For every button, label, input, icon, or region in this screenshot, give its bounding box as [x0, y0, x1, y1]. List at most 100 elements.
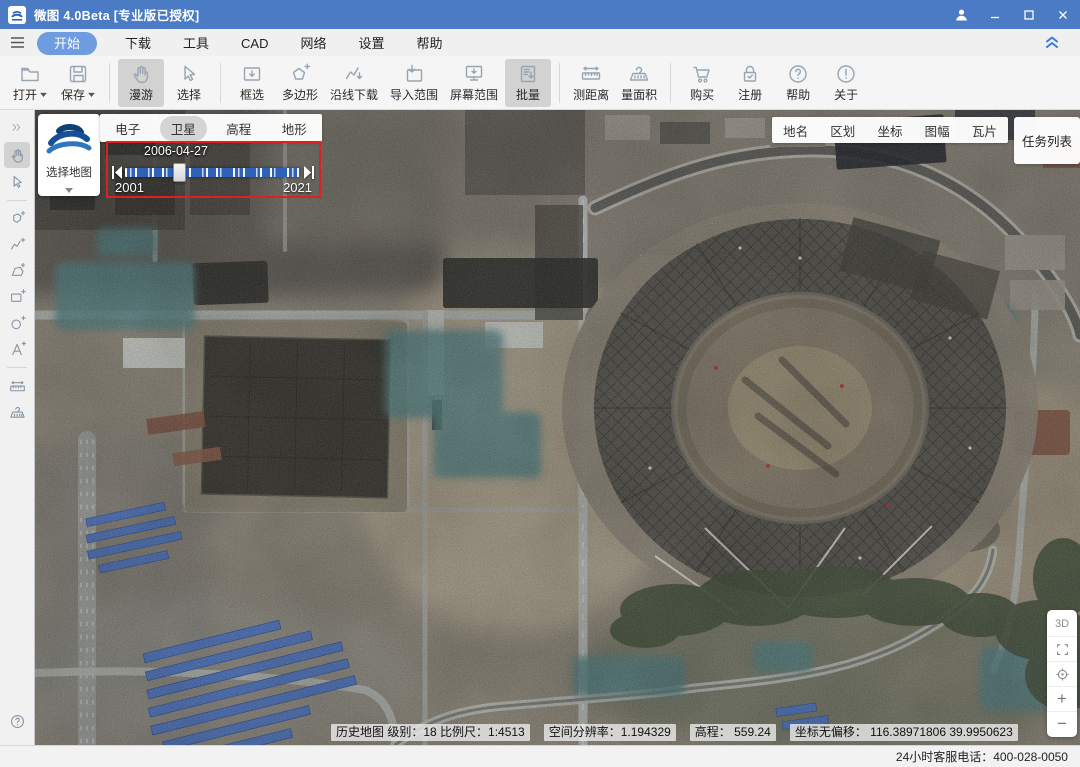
- sidebar-tool-circle-add[interactable]: [4, 311, 30, 335]
- import-extent-icon: [403, 63, 425, 85]
- sidebar-tool-help[interactable]: [4, 709, 30, 733]
- hamburger-menu-icon[interactable]: [10, 36, 25, 49]
- support-phone: 24小时客服电话：400-028-0050: [896, 748, 1068, 765]
- toolbar-button-label: 批量: [516, 86, 540, 103]
- toolbar-button-label: 帮助: [786, 86, 810, 103]
- toolbar-button-buy[interactable]: 购买: [679, 59, 725, 107]
- tab-electronic[interactable]: 电子: [104, 116, 151, 141]
- sidebar-tool-polyline-add[interactable]: [4, 233, 30, 257]
- minimize-button[interactable]: [978, 0, 1012, 29]
- zoom-in-button[interactable]: +: [1047, 686, 1077, 711]
- zoom-out-button[interactable]: −: [1047, 711, 1077, 736]
- menu-item-settings[interactable]: 设置: [351, 33, 393, 54]
- menu-item-cad[interactable]: CAD: [233, 33, 276, 54]
- toolbar-button-measure-area[interactable]: 量面积: [616, 59, 662, 107]
- help2-icon: [787, 63, 809, 85]
- box-select-icon: [241, 63, 263, 85]
- view-3d-button[interactable]: 3D: [1047, 611, 1077, 636]
- titlebar: 微图 4.0Beta [专业版已授权]: [0, 0, 1080, 29]
- toolbar-button-label: 测距离: [573, 86, 609, 103]
- tab-terrain[interactable]: 地形: [271, 116, 318, 141]
- toolbar-button-import-extent[interactable]: 导入范围: [385, 59, 443, 107]
- toolbar-button-along-line[interactable]: 沿线下载: [325, 59, 383, 107]
- map-style-selector[interactable]: 选择地图: [38, 114, 100, 196]
- map-layer-toggles: 地名 区划 坐标 图幅 瓦片: [772, 117, 1008, 143]
- toolbar-button-measure-distance[interactable]: 测距离: [568, 59, 614, 107]
- timeline-prev-button[interactable]: [111, 165, 123, 180]
- toolbar-button-screen-extent[interactable]: 屏幕范围: [445, 59, 503, 107]
- layer-toggle-district[interactable]: 区划: [830, 121, 855, 140]
- toolbar-separator: [109, 63, 110, 103]
- toolbar-button-roam[interactable]: 漫游: [118, 59, 164, 107]
- timeline-date-label: 2006-04-27: [144, 144, 208, 158]
- maximize-button[interactable]: [1012, 0, 1046, 29]
- toolbar-button-label: 打开: [13, 86, 47, 103]
- toolbar-button-save[interactable]: 保存: [55, 59, 101, 107]
- toolbar-button-box-select[interactable]: 框选: [229, 59, 275, 107]
- along-line-icon: [343, 63, 365, 85]
- main-area: 选择地图 电子卫星高程地形 2006-04-27 2001 2021 地名 区划 坐…: [0, 110, 1080, 745]
- timeline-end-year: 2021: [283, 180, 312, 195]
- menu-item-help[interactable]: 帮助: [409, 33, 451, 54]
- app-window: 微图 4.0Beta [专业版已授权] 开始下载工具CAD网络设置帮助 打开保存…: [0, 0, 1080, 767]
- task-list-button[interactable]: 任务列表: [1014, 117, 1080, 164]
- main-menu: 开始下载工具 CAD 网络设置帮助: [37, 33, 467, 53]
- toolbar-button-help2[interactable]: 帮助: [775, 59, 821, 107]
- tab-satellite[interactable]: 卫星: [160, 116, 207, 141]
- toolbar-button-register[interactable]: 注册: [727, 59, 773, 107]
- layer-toggle-coordinate[interactable]: 坐标: [877, 121, 902, 140]
- menu-item-start[interactable]: 开始: [37, 32, 97, 55]
- select-icon: [178, 63, 200, 85]
- measure-distance-icon: [580, 63, 602, 85]
- toolbar-button-label: 框选: [240, 86, 264, 103]
- timeline-start-year: 2001: [115, 180, 144, 195]
- timeline-next-button[interactable]: [303, 165, 315, 180]
- toolbar-button-select[interactable]: 选择: [166, 59, 212, 107]
- timeline-track[interactable]: [125, 168, 300, 177]
- titlebar-controls: [944, 0, 1080, 29]
- map-status-chip-1: 空间分辨率：1.194329: [544, 724, 676, 741]
- locate-button[interactable]: [1047, 661, 1077, 686]
- app-logo-icon: [8, 6, 26, 24]
- screen-extent-icon: [463, 63, 485, 85]
- dropdown-caret-icon: [88, 92, 95, 97]
- map-status-chip-2: 高程： 559.24: [690, 724, 776, 741]
- toolbar-button-open[interactable]: 打开: [7, 59, 53, 107]
- close-button[interactable]: [1046, 0, 1080, 29]
- menu-item-download[interactable]: 下载: [117, 33, 159, 54]
- sidebar-tool-measure-area[interactable]: [4, 400, 30, 424]
- window-title: 微图 4.0Beta [专业版已授权]: [34, 5, 199, 24]
- fullscreen-button[interactable]: [1047, 636, 1077, 661]
- layer-toggle-placename[interactable]: 地名: [783, 121, 808, 140]
- toolbar-button-polygon[interactable]: 多边形: [277, 59, 323, 107]
- sidebar-tool-roam[interactable]: [4, 142, 30, 168]
- layer-toggle-mapsheet[interactable]: 图幅: [925, 121, 950, 140]
- buy-icon: [691, 63, 713, 85]
- sidebar-tool-expand[interactable]: [4, 116, 30, 140]
- toolbar-button-about[interactable]: 关于: [823, 59, 869, 107]
- toolbar-button-label: 选择: [177, 86, 201, 103]
- tab-elevation[interactable]: 高程: [215, 116, 262, 141]
- map-viewport[interactable]: 选择地图 电子卫星高程地形 2006-04-27 2001 2021 地名 区划 坐…: [35, 110, 1080, 745]
- timeline-thumb[interactable]: [173, 163, 186, 182]
- toolbar-button-label: 屏幕范围: [450, 86, 498, 103]
- sidebar-tool-rect-add[interactable]: [4, 285, 30, 309]
- sidebar-tool-lasso-add[interactable]: [4, 207, 30, 231]
- toolbar-button-batch[interactable]: 批量: [505, 59, 551, 107]
- menu-bar: 开始下载工具 CAD 网络设置帮助: [0, 29, 1080, 56]
- sidebar-separator: [7, 367, 27, 368]
- sidebar-tool-select[interactable]: [4, 170, 30, 194]
- map-status-chip-0: 历史地图 级别：18 比例尺：1:4513: [331, 724, 530, 741]
- menu-item-tools[interactable]: 工具: [175, 33, 217, 54]
- toolbar-button-label: 量面积: [621, 86, 657, 103]
- user-account-icon[interactable]: [944, 0, 978, 29]
- menu-item-network[interactable]: 网络: [293, 33, 335, 54]
- sidebar-separator: [7, 200, 27, 201]
- sidebar-tool-polygon-add[interactable]: [4, 259, 30, 283]
- sidebar-tool-text-add[interactable]: [4, 337, 30, 361]
- collapse-ribbon-icon[interactable]: [1044, 34, 1060, 54]
- satellite-imagery: [35, 110, 1080, 745]
- sidebar-tool-measure-distance[interactable]: [4, 374, 30, 398]
- toolbar-button-label: 多边形: [282, 86, 318, 103]
- layer-toggle-tile[interactable]: 瓦片: [972, 121, 997, 140]
